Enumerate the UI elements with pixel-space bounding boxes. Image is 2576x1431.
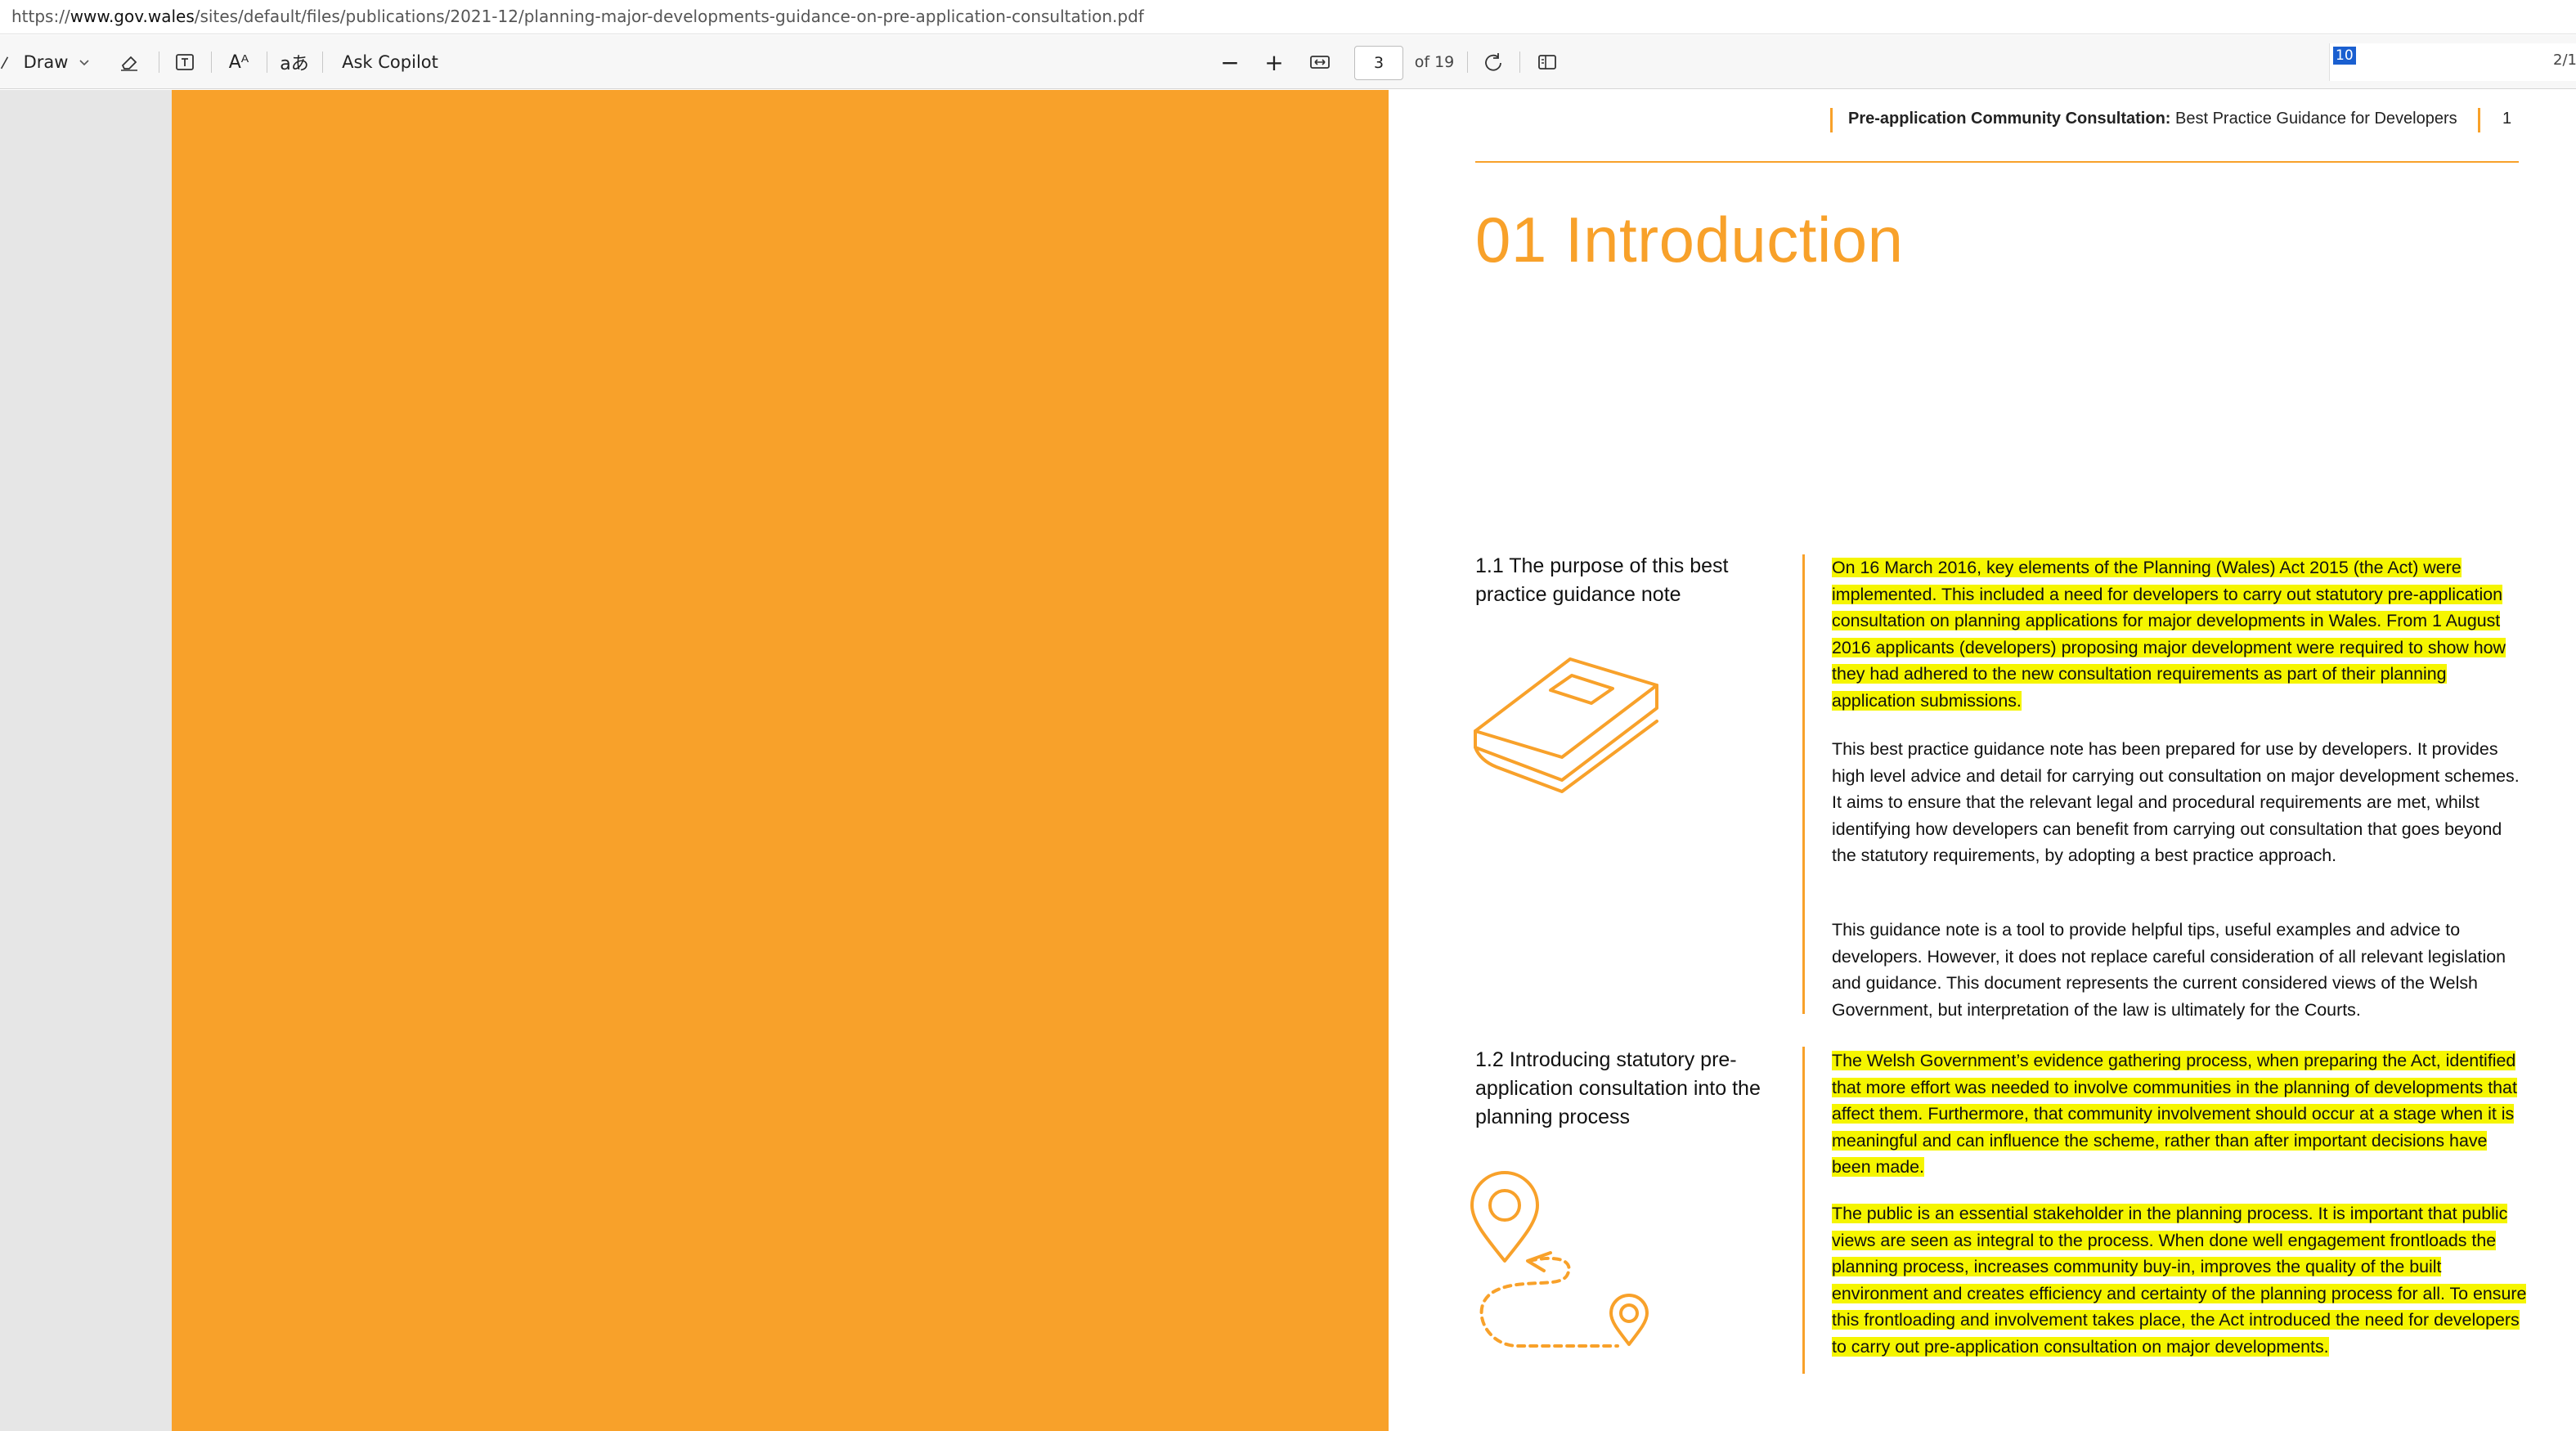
translate-glyph: aあ	[280, 54, 309, 74]
zoom-out-button[interactable]: −	[1215, 35, 1245, 89]
draw-button[interactable]: Draw	[21, 35, 70, 89]
section-1-1-rule	[1802, 554, 1805, 1014]
url-path: /sites/default/files/publications/2021-1…	[194, 7, 1144, 26]
highlighted-text: The public is an essential stakeholder i…	[1832, 1204, 2527, 1357]
search-input[interactable]: 10	[2333, 47, 2356, 65]
paragraph-1-1-a: On 16 March 2016, key elements of the Pl…	[1832, 554, 2527, 714]
section-heading-1-1: 1.1 The purpose of this best practice gu…	[1475, 554, 1729, 606]
address-bar[interactable]: https://www.gov.wales/sites/default/file…	[0, 0, 2576, 34]
draw-label: Draw	[23, 52, 69, 72]
text-box-icon[interactable]	[170, 35, 200, 89]
url-prefix: https://	[11, 7, 70, 26]
chapter-title: 01 Introduction	[1475, 204, 1904, 276]
section-1-2-rule	[1802, 1047, 1805, 1374]
ask-copilot-button[interactable]: Ask Copilot	[337, 35, 443, 89]
pdf-toolbar: Draw Aᴬ aあ Ask Copilot − + 3 of 19 10 2/…	[0, 35, 2576, 89]
header-rule	[1475, 161, 2519, 163]
page-total: of 19	[1411, 35, 1457, 89]
running-head-bar-right	[2478, 108, 2480, 132]
pdf-viewer[interactable]: Pre-application Community Consultation: …	[0, 90, 2576, 1431]
route-pins-icon	[1470, 1171, 1649, 1348]
ask-copilot-label: Ask Copilot	[342, 52, 438, 72]
translate-icon[interactable]: aあ	[278, 35, 311, 89]
paragraph-1-2-b: The public is an essential stakeholder i…	[1832, 1200, 2527, 1360]
url-domain: www.gov.wales	[70, 7, 195, 26]
page-total-label: of 19	[1414, 53, 1455, 71]
zoom-in-button[interactable]: +	[1259, 35, 1289, 89]
eraser-icon[interactable]	[114, 35, 144, 89]
paragraph-1-1-b: This best practice guidance note has bee…	[1832, 739, 2520, 865]
page-number: 1	[2502, 110, 2512, 128]
page-view-icon[interactable]	[1531, 35, 1564, 89]
pen-icon[interactable]	[0, 35, 18, 89]
page-number-input[interactable]: 3	[1354, 46, 1403, 80]
rotate-icon[interactable]	[1477, 35, 1510, 89]
running-head-bold: Pre-application Community Consultation:	[1848, 110, 2171, 128]
paragraph-1-1-c: This guidance note is a tool to provide …	[1832, 920, 2506, 1020]
running-head-rest: Best Practice Guidance for Developers	[2170, 110, 2457, 128]
search-result-count: 2/1	[2553, 52, 2576, 69]
running-head: Pre-application Community Consultation: …	[1848, 110, 2457, 128]
highlighted-text: On 16 March 2016, key elements of the Pl…	[1832, 558, 2506, 711]
book-icon	[1474, 657, 1658, 793]
section-heading-1-2: 1.2 Introducing statutory pre-applicatio…	[1475, 1048, 1761, 1128]
find-in-page[interactable]: 10 2/1	[2329, 43, 2576, 81]
cover-page-orange	[172, 90, 1389, 1431]
fit-width-icon[interactable]	[1304, 35, 1336, 89]
chevron-down-icon[interactable]	[75, 35, 93, 89]
paragraph-1-2-a: The Welsh Government’s evidence gatherin…	[1832, 1047, 2527, 1181]
highlighted-text: The Welsh Government’s evidence gatherin…	[1832, 1051, 2517, 1177]
running-head-bar-left	[1830, 108, 1833, 132]
zoom-in-glyph: +	[1264, 48, 1284, 76]
pdf-page: Pre-application Community Consultation: …	[1389, 90, 2576, 1431]
zoom-out-glyph: −	[1220, 48, 1240, 76]
read-aloud-glyph: Aᴬ	[228, 52, 249, 73]
read-aloud-icon[interactable]: Aᴬ	[222, 35, 255, 89]
page-current: 3	[1373, 54, 1384, 72]
